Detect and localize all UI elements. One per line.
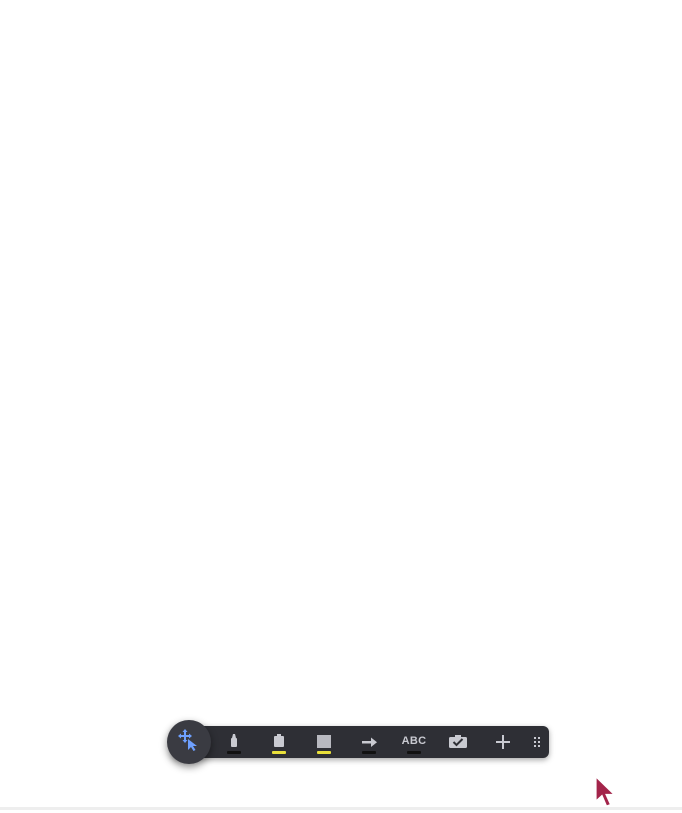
highlighter-color-indicator — [272, 751, 286, 754]
drawing-canvas[interactable] — [0, 0, 682, 807]
highlighter-icon — [271, 733, 287, 751]
arrow-icon — [360, 735, 378, 749]
highlighter-tool-button[interactable] — [266, 726, 292, 758]
checkmark-stamp-icon — [448, 734, 468, 750]
rectangle-color-indicator — [317, 751, 331, 754]
text-color-indicator — [407, 751, 421, 754]
add-tool-button[interactable] — [491, 726, 515, 758]
grip-dots-icon — [533, 736, 541, 748]
stamp-tool-button[interactable] — [445, 726, 471, 758]
rectangle-icon — [316, 733, 332, 751]
mouse-cursor-icon — [595, 775, 619, 813]
plus-icon — [495, 734, 511, 750]
marker-tool-button[interactable] — [222, 726, 246, 758]
text-tool-button[interactable]: ABC — [398, 726, 430, 758]
text-tool-label: ABC — [401, 735, 427, 747]
arrow-color-indicator — [362, 751, 376, 754]
arrow-tool-button[interactable] — [356, 726, 382, 758]
rectangle-tool-button[interactable] — [311, 726, 337, 758]
toolbar-drag-handle[interactable] — [530, 726, 544, 758]
move-pointer-icon — [178, 728, 200, 756]
marker-color-indicator — [227, 751, 241, 754]
marker-icon — [227, 733, 241, 751]
select-move-tool-button[interactable] — [167, 720, 211, 764]
